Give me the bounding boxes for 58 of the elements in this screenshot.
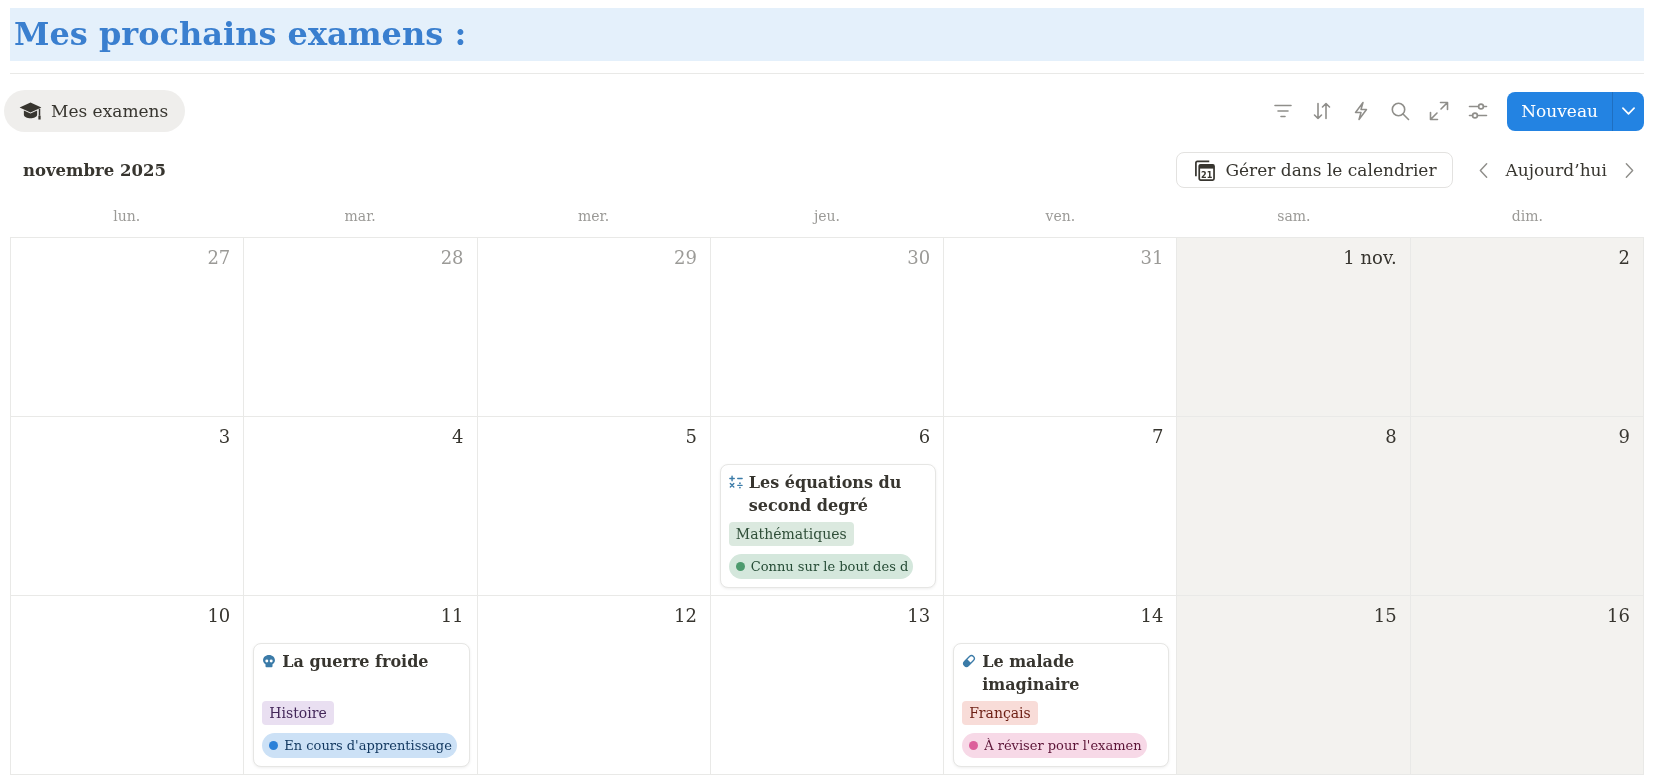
month-title: novembre 2025 xyxy=(22,160,166,180)
today-button[interactable]: Aujourd’hui xyxy=(1505,160,1607,180)
page-title: Mes prochains examens : xyxy=(10,8,1644,61)
day-number: 30 xyxy=(907,246,931,270)
manage-calendar-button[interactable]: 21 Gérer dans le calendrier xyxy=(1176,152,1453,188)
view-tab[interactable]: Mes examens xyxy=(4,90,186,132)
search-icon[interactable] xyxy=(1390,101,1411,121)
day-number: 13 xyxy=(907,604,931,628)
weekday-label: mer. xyxy=(577,207,610,226)
chevron-left-icon[interactable] xyxy=(1478,161,1488,179)
sliders-icon[interactable] xyxy=(1468,101,1489,121)
event-card[interactable]: Le malade imaginaire Français À réviser pour l'examen xyxy=(953,643,1170,767)
weekday-label: ven. xyxy=(1045,207,1076,226)
status-label: En cours d'apprentissage xyxy=(284,737,452,755)
event-title: Les équations du second degré xyxy=(748,472,903,517)
day-number: 14 xyxy=(1140,604,1164,628)
day-number: 31 xyxy=(1140,246,1164,270)
weekday-label: mar. xyxy=(344,207,376,226)
subject-tag: Histoire xyxy=(262,701,334,725)
chevron-right-icon[interactable] xyxy=(1625,161,1634,179)
weekday-label: sam. xyxy=(1277,207,1311,226)
event-title: Le malade imaginaire xyxy=(982,651,1081,696)
day-number: 9 xyxy=(1618,425,1630,449)
new-options-button[interactable] xyxy=(1612,91,1644,131)
skull-icon xyxy=(262,654,277,668)
status-label: À réviser pour l'examen xyxy=(984,737,1142,755)
new-button[interactable]: Nouveau xyxy=(1507,91,1612,131)
event-title: La guerre froide xyxy=(282,651,429,673)
day-number: 10 xyxy=(207,604,231,628)
event-card[interactable]: La guerre froide Histoire En cours d'apprentissage xyxy=(253,643,470,767)
weekday-label: lun. xyxy=(113,207,141,226)
day-number: 7 xyxy=(1151,425,1164,449)
graduation-cap-icon xyxy=(19,102,42,120)
day-number: 27 xyxy=(207,246,231,270)
capsule-icon xyxy=(962,654,977,668)
day-number: 8 xyxy=(1385,425,1397,449)
day-number: 12 xyxy=(673,604,697,628)
day-number: 16 xyxy=(1607,604,1630,628)
weekday-label: dim. xyxy=(1511,207,1543,226)
subject-tag: Français xyxy=(962,701,1038,725)
expand-icon[interactable] xyxy=(1429,101,1450,121)
day-number: 1 nov. xyxy=(1343,246,1397,270)
day-number: 2 xyxy=(1618,246,1630,270)
event-card[interactable]: Les équations du second degré Mathématiques Connu sur le bout des d xyxy=(719,464,937,588)
subject-tag: Mathématiques xyxy=(728,522,854,546)
status-label: Connu sur le bout des d xyxy=(750,558,909,576)
day-number: 29 xyxy=(673,246,697,270)
chevron-down-icon xyxy=(1622,107,1635,115)
day-number: 28 xyxy=(440,246,464,270)
weekday-label: jeu. xyxy=(813,207,841,226)
day-number: 3 xyxy=(218,425,231,449)
math-symbols-icon xyxy=(728,475,743,489)
day-number: 4 xyxy=(452,425,464,449)
day-number: 6 xyxy=(918,425,931,449)
day-number: 11 xyxy=(440,604,464,628)
day-number: 15 xyxy=(1373,604,1397,628)
day-number: 5 xyxy=(685,425,697,449)
sort-icon[interactable] xyxy=(1312,101,1333,121)
